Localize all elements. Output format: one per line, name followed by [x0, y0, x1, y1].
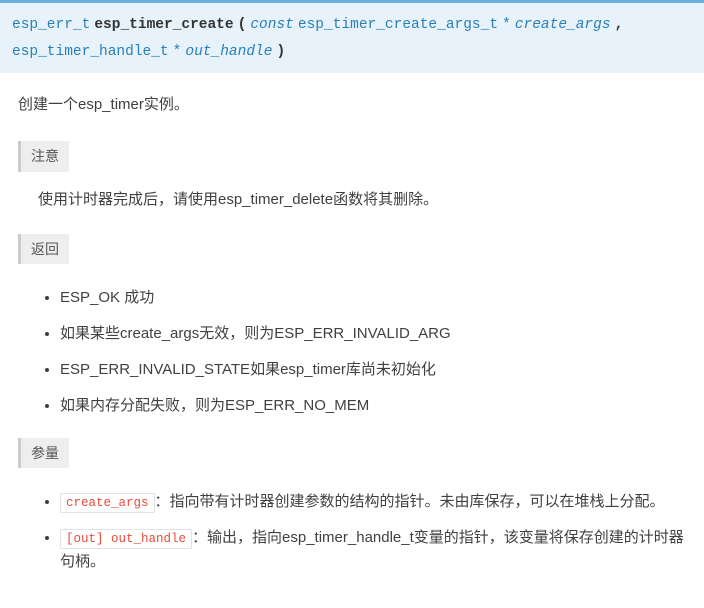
param-code: create_args: [60, 493, 155, 513]
return-item: ESP_ERR_INVALID_STATE如果esp_timer库尚未初始化: [60, 358, 686, 382]
note-text: 使用计时器完成后，请使用esp_timer_delete函数将其删除。: [38, 188, 686, 212]
return-item: ESP_OK 成功: [60, 286, 686, 310]
star: *: [502, 17, 511, 33]
function-signature: esp_err_t esp_timer_create ( const esp_t…: [0, 0, 704, 73]
params-label: 参量: [18, 438, 69, 468]
comma: ,: [615, 17, 624, 33]
return-item: 如果内存分配失败，则为ESP_ERR_NO_MEM: [60, 394, 686, 418]
arg1-type[interactable]: esp_timer_create_args_t: [298, 17, 498, 33]
paren-open: (: [238, 17, 247, 33]
arg2-type[interactable]: esp_timer_handle_t: [12, 44, 169, 60]
return-type[interactable]: esp_err_t: [12, 17, 90, 33]
star: *: [173, 44, 182, 60]
param-item: create_args：指向带有计时器创建参数的结构的指针。未由库保存，可以在堆…: [60, 490, 686, 514]
return-list: ESP_OK 成功 如果某些create_args无效，则为ESP_ERR_IN…: [38, 286, 686, 418]
function-description: 创建一个esp_timer实例。: [18, 93, 686, 117]
function-name: esp_timer_create: [94, 17, 233, 33]
paren-close: ): [276, 44, 285, 60]
return-item: 如果某些create_args无效，则为ESP_ERR_INVALID_ARG: [60, 322, 686, 346]
return-label: 返回: [18, 234, 69, 264]
const-keyword: const: [250, 17, 294, 33]
params-list: create_args：指向带有计时器创建参数的结构的指针。未由库保存，可以在堆…: [38, 490, 686, 574]
arg1-name: create_args: [515, 17, 611, 33]
arg2-name: out_handle: [185, 44, 272, 60]
function-body: 创建一个esp_timer实例。 注意 使用计时器完成后，请使用esp_time…: [0, 73, 704, 608]
param-code: [out] out_handle: [60, 529, 192, 549]
param-item: [out] out_handle：输出，指向esp_timer_handle_t…: [60, 526, 686, 574]
note-label: 注意: [18, 141, 69, 171]
param-text: ：指向带有计时器创建参数的结构的指针。未由库保存，可以在堆栈上分配。: [155, 493, 665, 510]
